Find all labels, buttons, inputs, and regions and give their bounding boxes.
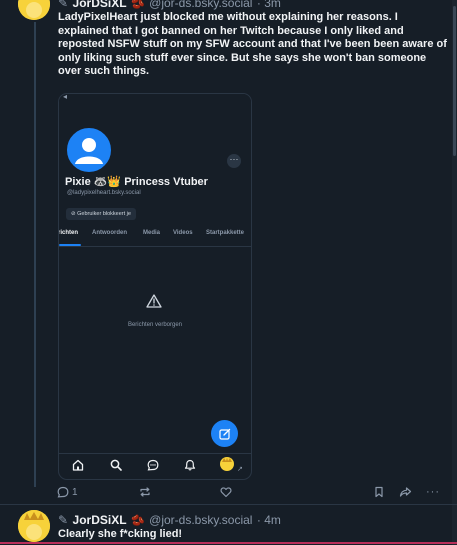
- expand-icon: ↗: [237, 466, 243, 473]
- post-text: LadyPixelHeart just blocked me without e…: [58, 11, 447, 77]
- chat-icon: [147, 458, 159, 476]
- profile-icon: [219, 456, 235, 477]
- author-avatar-2[interactable]: [18, 510, 50, 542]
- like-icon: [220, 487, 232, 498]
- reply-count: 1: [72, 486, 78, 498]
- post-time-2[interactable]: · 4m: [257, 513, 281, 527]
- tab-posts: richten: [58, 230, 79, 236]
- post-text-2: Clearly she f*cking lied!: [58, 528, 183, 540]
- search-icon: [110, 458, 122, 476]
- bottom-accent-bar: [0, 542, 457, 544]
- reply-icon: [57, 486, 69, 498]
- tab-videos: Videos: [173, 230, 193, 236]
- author-avatar[interactable]: [18, 0, 50, 20]
- author-handle-2[interactable]: @jor-ds.bsky.social: [149, 513, 252, 527]
- emoji-icon: 🫘: [130, 515, 145, 527]
- compose-button: [211, 420, 238, 447]
- pen-icon: ✎: [58, 0, 69, 10]
- repost-icon: [140, 487, 150, 497]
- bottom-nav-divider: [59, 453, 251, 454]
- post-time[interactable]: · 3m: [257, 0, 281, 10]
- blocked-label: Gebruiker blokkeert je: [77, 211, 131, 217]
- author-name-2[interactable]: JorDSiXL: [73, 513, 127, 527]
- post-header-2: ✎ JorDSiXL 🫘 @jor-ds.bsky.social · 4m: [58, 511, 281, 529]
- repost-button[interactable]: [139, 486, 151, 498]
- like-button[interactable]: [220, 486, 232, 498]
- tab-starter-packs: Startpakkette: [206, 230, 245, 236]
- pen-icon: ✎: [58, 513, 69, 527]
- reply-button[interactable]: 1: [57, 486, 78, 498]
- emoji-icon: 🫘: [130, 0, 145, 10]
- thread-line: [34, 22, 36, 487]
- author-name[interactable]: JorDSiXL: [73, 0, 127, 10]
- post-divider: [0, 504, 457, 505]
- bell-icon: [184, 458, 196, 476]
- more-icon[interactable]: ···: [426, 486, 440, 498]
- profile-display-name: Pixie 🦝👑 Princess Vtuber: [65, 176, 208, 188]
- author-handle[interactable]: @jor-ds.bsky.social: [149, 0, 252, 10]
- block-icon: ⊘: [71, 211, 76, 217]
- share-icon: [399, 487, 412, 497]
- profile-handle: @ladypixelheart.bsky.social: [67, 190, 141, 196]
- bookmark-button[interactable]: [373, 486, 385, 498]
- posts-hidden-message: Berichten verborgen: [127, 322, 183, 328]
- home-icon: [72, 458, 84, 476]
- blocked-badge: ⊘ Gebruiker blokkeert je: [66, 208, 136, 220]
- more-button: ···: [227, 154, 241, 168]
- bookmark-icon: [375, 486, 383, 498]
- embedded-image[interactable]: ◂ ··· Pixie 🦝👑 Princess Vtuber @ladypixe…: [58, 93, 252, 480]
- tab-media: Media: [143, 230, 161, 236]
- scrollbar-thumb[interactable]: [453, 6, 456, 156]
- back-icon: ◂: [63, 93, 68, 101]
- compose-icon: [218, 428, 230, 440]
- tab-replies: Antwoorden: [92, 230, 127, 236]
- tabs-divider: [59, 246, 251, 247]
- profile-avatar: [65, 126, 113, 174]
- share-button[interactable]: [399, 486, 412, 498]
- warning-icon: [146, 294, 162, 313]
- profile-tabs: richten Antwoorden Media Videos Startpak…: [59, 230, 251, 246]
